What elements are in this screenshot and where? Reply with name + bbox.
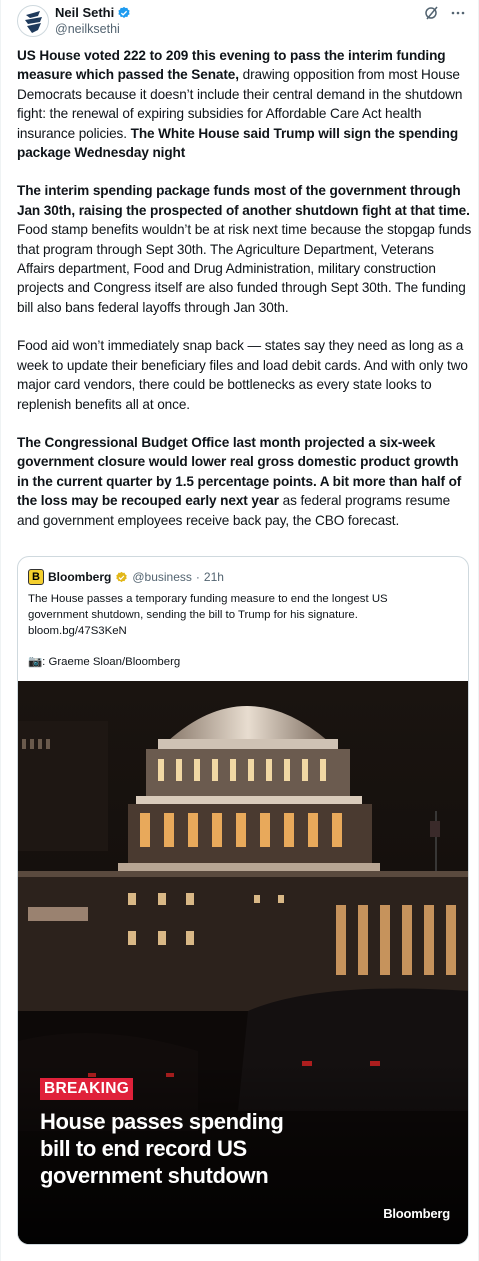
verified-badge-icon xyxy=(118,6,130,18)
quoted-tweet[interactable]: B Bloomberg @business · 21h The House pa… xyxy=(17,556,469,1245)
body-text: Food stamp benefits wouldn’t be at risk … xyxy=(17,222,472,315)
body-text: Food aid won’t immediately snap back — s… xyxy=(17,338,468,412)
quoted-tweet-text: The House passes a temporary funding mea… xyxy=(28,591,456,670)
breaking-label: BREAKING xyxy=(40,1078,134,1100)
quoted-author-handle[interactable]: @business xyxy=(132,570,192,584)
bloomberg-logo: B xyxy=(28,569,44,585)
tweet-paragraph: Food aid won’t immediately snap back — s… xyxy=(17,336,472,414)
avatar[interactable] xyxy=(17,5,49,37)
tweet-text: US House voted 222 to 209 this evening t… xyxy=(17,46,472,549)
headline-line: government shutdown xyxy=(40,1163,269,1188)
quoted-text-line: government shutdown, sending the bill to… xyxy=(28,609,358,622)
tweet-header: Neil Sethi @neilksethi xyxy=(17,5,466,41)
quoted-tweet-header: B Bloomberg @business · 21h xyxy=(28,569,224,585)
more-icon[interactable] xyxy=(450,5,466,21)
author-handle[interactable]: @neilksethi xyxy=(55,21,131,37)
media-headline: House passes spending bill to end record… xyxy=(40,1108,420,1189)
tweet-container: Neil Sethi @neilksethi US House voted 22… xyxy=(0,0,479,1261)
quoted-media-image[interactable]: BREAKING House passes spending bill to e… xyxy=(18,681,468,1244)
author-name[interactable]: Neil Sethi xyxy=(55,5,114,21)
quoted-author-name[interactable]: Bloomberg xyxy=(48,570,111,584)
separator-dot: · xyxy=(195,570,200,584)
tweet-paragraph: The Congressional Budget Office last mon… xyxy=(17,433,472,530)
quoted-text-line: The House passes a temporary funding mea… xyxy=(28,593,388,605)
headline-line: bill to end record US xyxy=(40,1136,247,1161)
tweet-paragraph: US House voted 222 to 209 this evening t… xyxy=(17,46,472,162)
gold-verified-badge-icon xyxy=(116,571,128,582)
grok-icon[interactable] xyxy=(424,5,440,21)
bloomberg-wordmark: Bloomberg xyxy=(383,1206,450,1221)
photo-credit: 📷: Graeme Sloan/Bloomberg xyxy=(28,655,181,668)
bold-text: The interim spending package funds most … xyxy=(17,183,470,218)
tweet-paragraph: The interim spending package funds most … xyxy=(17,181,472,317)
headline-line: House passes spending xyxy=(40,1109,284,1134)
quoted-timestamp[interactable]: 21h xyxy=(204,570,224,584)
quoted-link[interactable]: bloom.bg/47S3KeN xyxy=(28,623,456,639)
